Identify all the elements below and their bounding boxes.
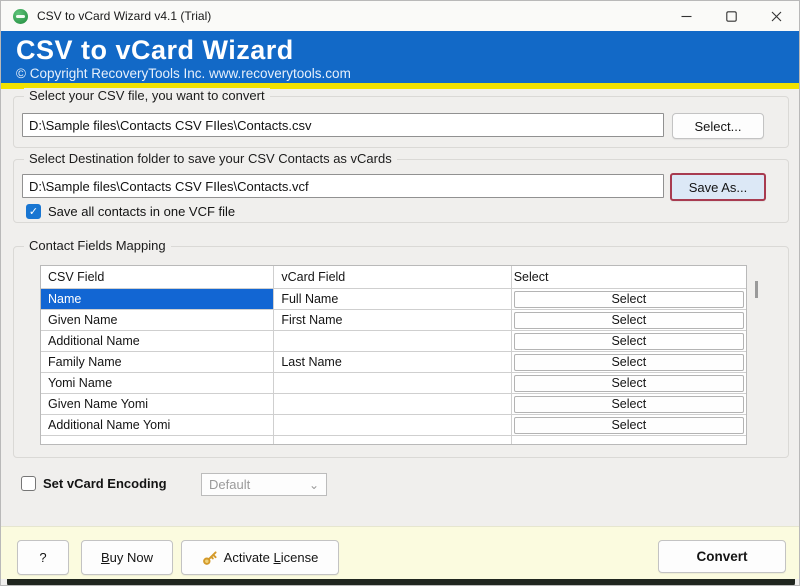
table-row: Given Name Yomi Select <box>41 394 746 415</box>
row-select-button[interactable]: Select <box>514 354 744 371</box>
select-cell: Select <box>512 394 746 415</box>
window-bottom-edge <box>7 579 795 586</box>
one-vcf-checkbox[interactable]: ✓ <box>26 204 41 219</box>
one-vcf-checkrow: ✓ Save all contacts in one VCF file <box>26 204 235 219</box>
content-area: Select your CSV file, you want to conver… <box>1 89 799 526</box>
save-as-button[interactable]: Save As... <box>670 173 766 201</box>
encoding-checkrow: Set vCard Encoding <box>21 476 167 491</box>
table-row: Additional Name Select <box>41 331 746 352</box>
close-button[interactable] <box>754 1 799 31</box>
source-path-input[interactable] <box>22 113 664 137</box>
mapping-group: Contact Fields Mapping CSV FieldvCard Fi… <box>13 246 789 458</box>
maximize-icon <box>726 11 737 22</box>
column-header: vCard Field <box>274 266 511 289</box>
select-cell: Select <box>512 331 746 352</box>
column-header: CSV Field <box>41 266 274 289</box>
checkmark-icon: ✓ <box>29 205 38 218</box>
chevron-down-icon: ⌄ <box>309 478 319 492</box>
app-header-copyright: © Copyright RecoveryTools Inc. www.recov… <box>16 66 799 81</box>
select-cell: Select <box>512 310 746 331</box>
encoding-label: Set vCard Encoding <box>43 476 167 491</box>
key-icon <box>202 550 218 566</box>
encoding-dropdown-value: Default <box>209 477 250 492</box>
vcard-field-cell[interactable]: First Name <box>274 310 511 331</box>
footer-bar: ? Buy Now Activate License Convert <box>1 526 799 579</box>
csv-field-cell[interactable]: Family Name <box>41 352 274 373</box>
csv-field-cell[interactable]: Additional Name Yomi <box>41 415 274 436</box>
minimize-button[interactable] <box>664 1 709 31</box>
select-csv-button[interactable]: Select... <box>672 113 764 139</box>
app-window: CSV to vCard Wizard v4.1 (Trial) CSV to … <box>0 0 800 586</box>
table-row: Additional Name Yomi Select <box>41 415 746 436</box>
vcard-field-cell[interactable]: Full Name <box>274 289 511 310</box>
table-scrollbar[interactable] <box>755 281 758 298</box>
table-row: NameFull NameSelect <box>41 289 746 310</box>
select-cell: Select <box>512 352 746 373</box>
mapping-table: CSV FieldvCard FieldSelect NameFull Name… <box>40 265 747 445</box>
window-title: CSV to vCard Wizard v4.1 (Trial) <box>37 9 664 23</box>
row-select-button[interactable]: Select <box>514 291 744 308</box>
csv-field-cell[interactable] <box>41 436 274 445</box>
select-cell: Select <box>512 373 746 394</box>
row-select-button[interactable]: Select <box>514 312 744 329</box>
source-group-label: Select your CSV file, you want to conver… <box>24 88 270 103</box>
source-group: Select your CSV file, you want to conver… <box>13 96 789 148</box>
csv-field-cell[interactable]: Name <box>41 289 274 310</box>
row-select-button[interactable]: Select <box>514 333 744 350</box>
csv-field-cell[interactable]: Given Name <box>41 310 274 331</box>
encoding-checkbox[interactable] <box>21 476 36 491</box>
minimize-icon <box>681 11 692 22</box>
csv-field-cell[interactable]: Yomi Name <box>41 373 274 394</box>
select-cell: Select <box>512 289 746 310</box>
vcard-field-cell[interactable] <box>274 331 511 352</box>
convert-button[interactable]: Convert <box>658 540 786 573</box>
activate-license-button[interactable]: Activate License <box>181 540 339 575</box>
titlebar: CSV to vCard Wizard v4.1 (Trial) <box>1 1 799 31</box>
table-row: Family NameLast NameSelect <box>41 352 746 373</box>
table-row: Yomi Name Select <box>41 373 746 394</box>
one-vcf-label: Save all contacts in one VCF file <box>48 204 235 219</box>
help-button[interactable]: ? <box>17 540 69 575</box>
destination-group: Select Destination folder to save your C… <box>13 159 789 223</box>
encoding-dropdown[interactable]: Default ⌄ <box>201 473 327 496</box>
buy-now-button[interactable]: Buy Now <box>81 540 173 575</box>
table-row <box>41 436 746 445</box>
table-row: Given NameFirst NameSelect <box>41 310 746 331</box>
select-cell <box>512 436 746 445</box>
close-icon <box>771 11 782 22</box>
app-header-title: CSV to vCard Wizard <box>16 35 799 65</box>
row-select-button[interactable]: Select <box>514 375 744 392</box>
csv-field-cell[interactable]: Additional Name <box>41 331 274 352</box>
vcard-field-cell[interactable]: Last Name <box>274 352 511 373</box>
destination-group-label: Select Destination folder to save your C… <box>24 151 397 166</box>
select-cell: Select <box>512 415 746 436</box>
maximize-button[interactable] <box>709 1 754 31</box>
row-select-button[interactable]: Select <box>514 396 744 413</box>
mapping-table-body: NameFull NameSelectGiven NameFirst NameS… <box>41 289 746 445</box>
vcard-field-cell[interactable] <box>274 415 511 436</box>
csv-field-cell[interactable]: Given Name Yomi <box>41 394 274 415</box>
buy-now-label: Buy Now <box>101 550 153 565</box>
app-icon <box>13 9 28 24</box>
destination-path-input[interactable] <box>22 174 664 198</box>
row-select-button[interactable]: Select <box>514 417 744 434</box>
app-header: CSV to vCard Wizard © Copyright Recovery… <box>1 31 799 83</box>
activate-license-label: Activate License <box>224 550 319 565</box>
mapping-table-header: CSV FieldvCard FieldSelect <box>41 266 746 289</box>
mapping-group-label: Contact Fields Mapping <box>24 238 171 253</box>
column-header: Select <box>512 266 746 289</box>
vcard-field-cell[interactable] <box>274 436 511 445</box>
vcard-field-cell[interactable] <box>274 373 511 394</box>
vcard-field-cell[interactable] <box>274 394 511 415</box>
